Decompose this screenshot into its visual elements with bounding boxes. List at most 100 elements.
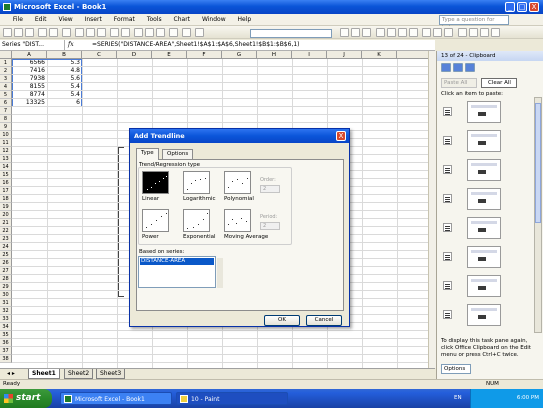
paste-icon[interactable] [97,28,106,37]
series-list-scrollbar[interactable] [217,258,223,288]
task-pane-scroll-thumb[interactable] [535,103,541,223]
row-header[interactable]: 3 [0,75,12,83]
open-icon[interactable] [14,28,23,37]
tab-sheet1[interactable]: Sheet1 [28,369,60,379]
row-header[interactable]: 32 [0,307,12,315]
tab-sheet2[interactable]: Sheet2 [64,369,94,379]
row-header[interactable]: 18 [0,195,12,203]
row-header[interactable]: 33 [0,315,12,323]
minimize-button[interactable]: _ [505,2,515,12]
ask-question-input[interactable]: Type a question for help [439,15,509,31]
borders-icon[interactable] [469,28,478,37]
name-box[interactable]: Series "DIST... [0,40,65,50]
clipboard-item[interactable] [467,101,501,123]
polynomial-label[interactable]: Polynomial [224,196,254,202]
paste-all-button[interactable]: Paste All [441,78,477,88]
column-header-g[interactable]: G [222,51,257,59]
row-header[interactable]: 10 [0,131,12,139]
linear-trend-icon[interactable] [142,171,169,194]
row-header[interactable]: 16 [0,179,12,187]
row-header[interactable]: 17 [0,187,12,195]
column-header-k[interactable]: K [362,51,397,59]
column-header-f[interactable]: F [187,51,222,59]
column-header-c[interactable]: C [82,51,117,59]
copy-icon[interactable] [86,28,95,37]
moving-average-trend-icon[interactable] [224,209,251,232]
currency-icon[interactable] [422,28,431,37]
save-icon[interactable] [25,28,34,37]
vertical-scrollbar[interactable] [428,51,436,368]
fill-color-icon[interactable] [480,28,489,37]
language-indicator[interactable]: EN [454,389,462,408]
ok-button[interactable]: OK [264,315,300,326]
comma-icon[interactable] [444,28,453,37]
row-header[interactable]: 22 [0,227,12,235]
row-header[interactable]: 36 [0,339,12,347]
row-header[interactable]: 27 [0,267,12,275]
tab-scroll-arrows-icon[interactable]: ◂ ▸ [4,369,18,379]
row-header[interactable]: 19 [0,203,12,211]
home-icon[interactable] [465,63,475,72]
row-header[interactable]: 6 [0,99,12,107]
tab-type[interactable]: Type [136,148,159,160]
tab-options[interactable]: Options [162,149,194,159]
row-header[interactable]: 12 [0,147,12,155]
exponential-label[interactable]: Exponential [183,234,216,240]
align-left-icon[interactable] [376,28,385,37]
row-header[interactable]: 29 [0,283,12,291]
bold-icon[interactable] [340,28,349,37]
help-icon[interactable] [195,28,204,37]
undo-icon[interactable] [110,28,119,37]
clipboard-item[interactable] [467,304,501,326]
close-window-button[interactable]: X [529,2,539,12]
merge-center-icon[interactable] [409,28,418,37]
column-header-b[interactable]: B [47,51,82,59]
menu-tools[interactable]: Tools [142,14,167,26]
autosum-icon[interactable] [134,28,143,37]
menu-format[interactable]: Format [109,14,140,26]
indent-icon[interactable] [458,28,467,37]
power-trend-icon[interactable] [142,209,169,232]
menu-chart[interactable]: Chart [169,14,196,26]
clipboard-item[interactable] [467,246,501,268]
menu-view[interactable]: View [53,14,77,26]
row-header[interactable]: 11 [0,139,12,147]
taskbar-item-excel[interactable]: Microsoft Excel - Book1 [60,392,172,405]
row-header[interactable]: 2 [0,67,12,75]
print-icon[interactable] [38,28,47,37]
period-spinner[interactable]: 2 [260,222,280,230]
menu-help[interactable]: Help [233,14,257,26]
linear-label[interactable]: Linear [142,196,159,202]
font-name-select[interactable] [250,29,332,38]
redo-icon[interactable] [121,28,130,37]
row-header[interactable]: 9 [0,123,12,131]
row-header[interactable]: 15 [0,171,12,179]
font-color-icon[interactable] [491,28,500,37]
row-header[interactable]: 8 [0,115,12,123]
cancel-button[interactable]: Cancel [306,315,342,326]
logarithmic-label[interactable]: Logarithmic [183,196,216,202]
series-list-item[interactable]: DISTANCE-AREA [140,258,214,265]
new-icon[interactable] [3,28,12,37]
select-all-corner[interactable] [0,51,12,59]
clipboard-item[interactable] [467,217,501,239]
back-icon[interactable] [441,63,451,72]
row-header[interactable]: 28 [0,275,12,283]
underline-icon[interactable] [362,28,371,37]
row-header[interactable]: 30 [0,291,12,299]
row-header[interactable]: 13 [0,155,12,163]
cut-icon[interactable] [75,28,84,37]
sort-ascending-icon[interactable] [145,28,154,37]
row-header[interactable]: 23 [0,235,12,243]
row-header[interactable]: 31 [0,299,12,307]
row-header[interactable]: 7 [0,107,12,115]
row-header[interactable]: 24 [0,243,12,251]
row-header[interactable]: 14 [0,163,12,171]
clear-all-button[interactable]: Clear All [481,78,517,88]
tab-sheet3[interactable]: Sheet3 [96,369,126,379]
zoom-icon[interactable] [182,28,191,37]
taskbar-item-paint[interactable]: 10 - Paint [176,392,288,405]
align-right-icon[interactable] [398,28,407,37]
clipboard-item[interactable] [467,188,501,210]
row-header[interactable]: 26 [0,259,12,267]
